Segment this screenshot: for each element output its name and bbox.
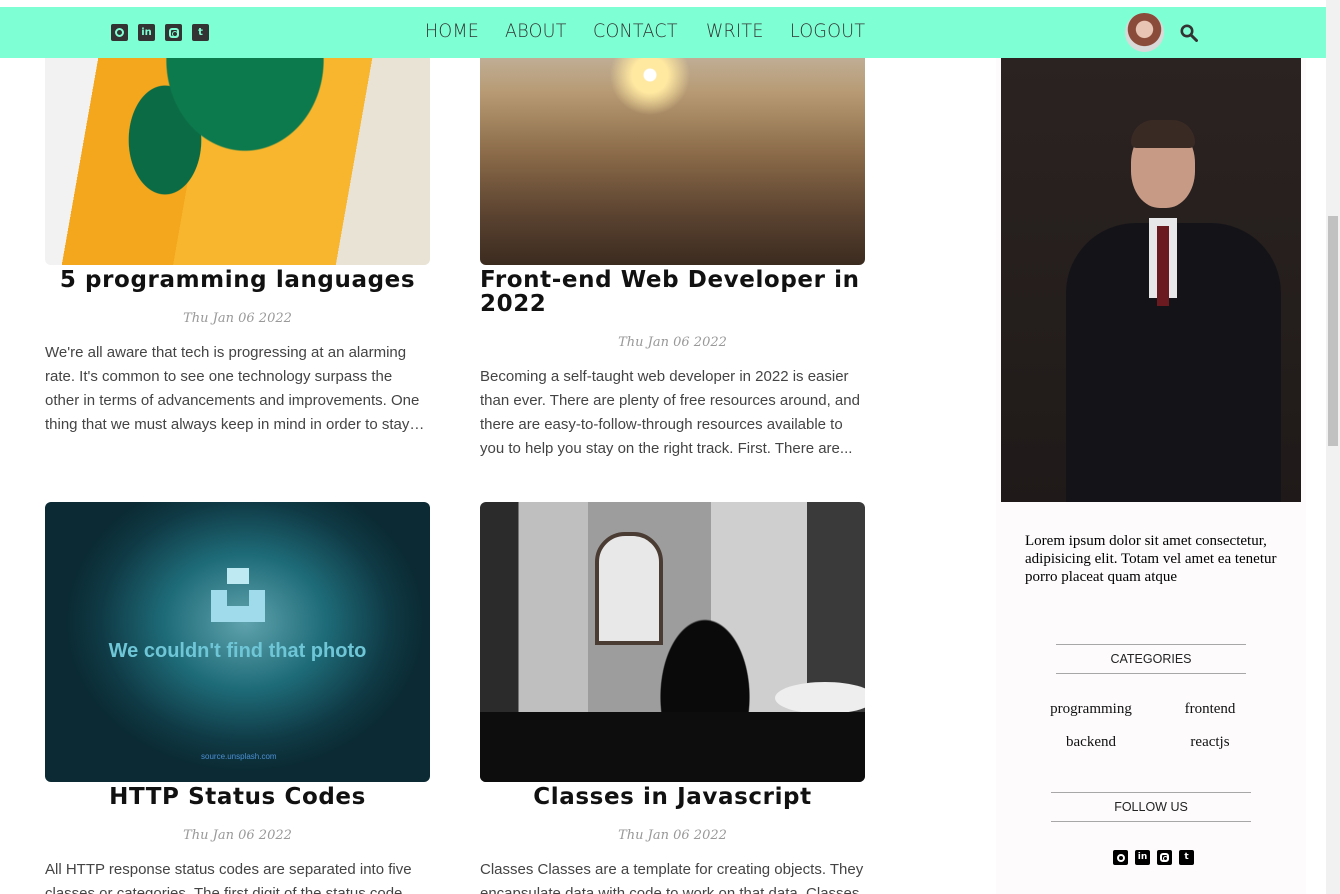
nav-home[interactable]: HOME xyxy=(425,19,479,43)
category-frontend[interactable]: frontend xyxy=(1155,701,1265,718)
nav-write[interactable]: WRITE xyxy=(706,19,764,43)
nav-about[interactable]: ABOUT xyxy=(505,19,567,43)
about-text: Lorem ipsum dolor sit amet consectetur, … xyxy=(1025,533,1277,585)
post-desc-1: We're all aware that tech is progressing… xyxy=(45,344,420,433)
post-image-4[interactable] xyxy=(480,502,865,782)
post-title-1[interactable]: 5 programming languages xyxy=(45,268,430,292)
category-programming[interactable]: programming xyxy=(1036,701,1146,718)
author-photo xyxy=(1001,58,1301,502)
page-scrollbar[interactable] xyxy=(1326,0,1340,894)
bathtub-shape xyxy=(775,682,865,714)
search-icon[interactable] xyxy=(1180,24,1198,42)
post-image-3[interactable]: We couldn't find that photo source.unspl… xyxy=(45,502,430,782)
nav-logout[interactable]: LOGOUT xyxy=(790,19,865,43)
github-icon[interactable] xyxy=(1113,850,1128,865)
twitter-icon[interactable]: t xyxy=(192,24,209,41)
photo-missing-message: We couldn't find that photo xyxy=(108,640,367,662)
nav-contact[interactable]: CONTACT xyxy=(593,19,678,43)
post-date-4: Thu Jan 06 2022 xyxy=(618,828,727,843)
floor-shape xyxy=(480,712,865,782)
social-links: in t xyxy=(111,24,209,41)
photo-source: source.unsplash.com xyxy=(201,752,277,761)
category-reactjs[interactable]: reactjs xyxy=(1155,734,1265,751)
unsplash-logo-icon xyxy=(211,568,265,622)
user-avatar[interactable] xyxy=(1125,13,1164,52)
mirror-shape xyxy=(595,532,663,645)
instagram-icon[interactable] xyxy=(165,24,182,41)
post-title-2[interactable]: Front-end Web Developer in 2022 xyxy=(480,268,865,316)
scrollbar-thumb[interactable] xyxy=(1328,216,1338,446)
post-title-4[interactable]: Classes in Javascript xyxy=(480,785,865,809)
categories-title: CATEGORIES xyxy=(1056,644,1246,674)
linkedin-icon[interactable]: in xyxy=(1135,850,1150,865)
instagram-icon[interactable] xyxy=(1157,850,1172,865)
sidebar: Lorem ipsum dolor sit amet consectetur, … xyxy=(996,58,1306,894)
post-desc-4: Classes Classes are a template for creat… xyxy=(480,861,864,894)
twitter-icon[interactable]: t xyxy=(1179,850,1194,865)
follow-us-title: FOLLOW US xyxy=(1051,792,1251,822)
github-icon[interactable] xyxy=(111,24,128,41)
post-desc-2: Becoming a self-taught web developer in … xyxy=(480,368,860,457)
main-menu: HOME ABOUT CONTACT WRITE LOGOUT xyxy=(425,19,872,43)
post-date-3: Thu Jan 06 2022 xyxy=(183,828,292,843)
category-backend[interactable]: backend xyxy=(1036,734,1146,751)
post-date-1: Thu Jan 06 2022 xyxy=(183,311,292,326)
post-desc-3: All HTTP response status codes are separ… xyxy=(45,861,412,894)
follow-us-icons: in t xyxy=(1113,850,1194,865)
linkedin-icon[interactable]: in xyxy=(138,24,155,41)
post-title-3[interactable]: HTTP Status Codes xyxy=(45,785,430,809)
top-navbar: in t HOME ABOUT CONTACT WRITE LOGOUT xyxy=(0,7,1326,58)
blog-page: in t HOME ABOUT CONTACT WRITE LOGOUT 5 p… xyxy=(0,0,1340,894)
post-date-2: Thu Jan 06 2022 xyxy=(618,335,727,350)
